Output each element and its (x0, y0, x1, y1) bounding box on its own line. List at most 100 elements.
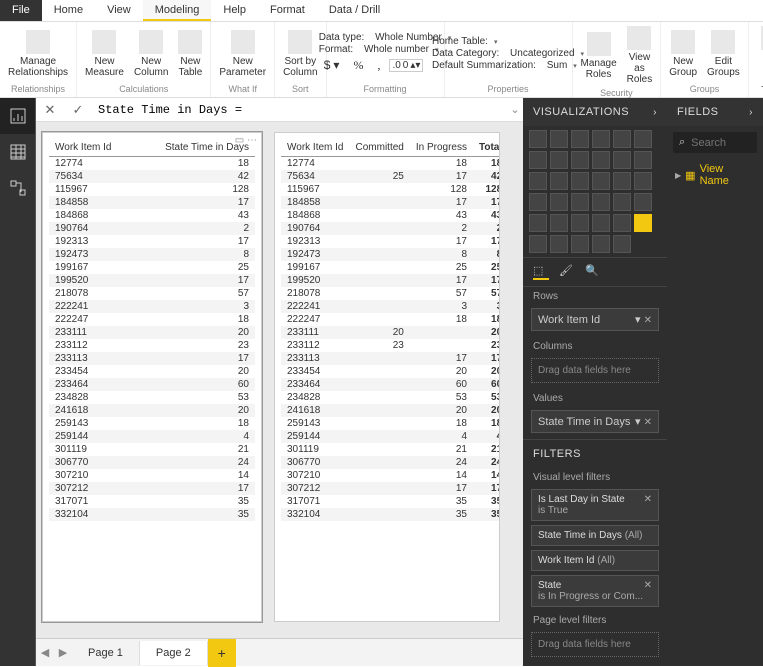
remove-value-button[interactable]: ✕ (644, 417, 652, 428)
default-summarization-dropdown[interactable]: Default Summarization: Sum (432, 60, 584, 71)
table-row[interactable]: 2334646060 (281, 378, 499, 391)
matrix-visual-1[interactable]: ▭ ⋯ Work Item IdState Time in Days127741… (42, 132, 262, 622)
fields-search-input[interactable] (691, 137, 751, 149)
table-row[interactable]: 18485817 (49, 196, 255, 209)
new-parameter-button[interactable]: New Parameter (215, 28, 270, 80)
table-row[interactable]: 18486843 (49, 209, 255, 222)
remove-filter-button[interactable]: ✕ (644, 580, 652, 591)
visualizations-header[interactable]: VISUALIZATIONS› (523, 98, 667, 126)
table-row[interactable]: 23346460 (49, 378, 255, 391)
viz-type-icon[interactable] (529, 214, 547, 232)
table-row[interactable]: 2222413 (49, 300, 255, 313)
viz-type-icon[interactable] (571, 151, 589, 169)
page-tab-page-1[interactable]: Page 1 (72, 641, 140, 665)
table-row[interactable]: 3321043535 (281, 508, 499, 521)
table-row[interactable]: 19916725 (49, 261, 255, 274)
percent-button[interactable]: % (348, 56, 368, 75)
currency-button[interactable]: $ ▾ (319, 56, 345, 75)
table-row[interactable]: 7563442 (49, 170, 255, 183)
viz-type-icon[interactable] (550, 214, 568, 232)
viz-type-icon[interactable] (592, 193, 610, 211)
table-row[interactable]: 19076422 (281, 222, 499, 235)
viz-type-icon[interactable] (613, 214, 631, 232)
table-row[interactable]: 22224133 (281, 300, 499, 313)
table-row[interactable]: 25914318 (49, 417, 255, 430)
viz-type-icon[interactable] (592, 214, 610, 232)
add-page-button[interactable]: + (208, 639, 236, 667)
mark-as-date-table-button[interactable]: Mark as Date Table (753, 24, 763, 98)
viz-type-icon[interactable] (634, 151, 652, 169)
new-table-button[interactable]: New Table (174, 28, 206, 80)
table-row[interactable]: 30677024 (49, 456, 255, 469)
filter-card[interactable]: ✕Stateis In Progress or Com... (531, 575, 659, 607)
table-row[interactable]: 31707135 (49, 495, 255, 508)
table-row[interactable]: 23311120 (49, 326, 255, 339)
viz-type-icon[interactable] (550, 151, 568, 169)
table-row[interactable]: 2348285353 (281, 391, 499, 404)
home-table-dropdown[interactable]: Home Table: (432, 36, 584, 47)
table-row[interactable]: 1991672525 (281, 261, 499, 274)
decimals-spinner[interactable]: .0 0 ▴▾ (389, 59, 423, 72)
table-row[interactable]: 30111921 (49, 443, 255, 456)
table-row[interactable]: 2331131717 (281, 352, 499, 365)
formula-expand-button[interactable]: ⌄ (507, 103, 523, 116)
table-row[interactable]: 2591444 (49, 430, 255, 443)
table-row[interactable]: 2591431818 (281, 417, 499, 430)
tab-modeling[interactable]: Modeling (143, 0, 212, 21)
viz-type-icon[interactable] (634, 172, 652, 190)
field-table-item[interactable]: ▶ ▦ View Name (667, 159, 763, 191)
table-row[interactable]: 30721217 (49, 482, 255, 495)
table-row[interactable]: 2222471818 (281, 313, 499, 326)
table-row[interactable]: 25914444 (281, 430, 499, 443)
table-row[interactable]: 23482853 (49, 391, 255, 404)
view-as-roles-button[interactable]: View as Roles (623, 24, 657, 87)
table-row[interactable]: 115967128 (49, 183, 255, 196)
table-row[interactable]: 19952017 (49, 274, 255, 287)
sort-by-column-button[interactable]: Sort by Column (279, 28, 321, 80)
viz-type-icon[interactable] (529, 193, 547, 211)
table-row[interactable]: 1907642 (49, 222, 255, 235)
filter-card[interactable]: ✕Is Last Day in Stateis True (531, 489, 659, 521)
tab-view[interactable]: View (95, 0, 143, 21)
table-row[interactable]: 3067702424 (281, 456, 499, 469)
comma-button[interactable]: , (372, 56, 385, 75)
viz-type-icon[interactable] (592, 235, 610, 253)
viz-type-icon[interactable] (613, 172, 631, 190)
viz-type-icon[interactable] (592, 172, 610, 190)
viz-type-icon[interactable] (529, 151, 547, 169)
tab-data-drill[interactable]: Data / Drill (317, 0, 392, 21)
page-next-button[interactable]: ▶ (54, 646, 72, 659)
table-row[interactable]: 2180785757 (281, 287, 499, 300)
formula-commit-button[interactable]: ✓ (64, 102, 92, 118)
viz-type-icon[interactable] (613, 151, 631, 169)
table-row[interactable]: 1848581717 (281, 196, 499, 209)
new-column-button[interactable]: New Column (130, 28, 172, 80)
tab-format[interactable]: Format (258, 0, 317, 21)
analytics-tab-icon[interactable]: 🔍 (585, 264, 601, 280)
viz-type-icon[interactable] (550, 130, 568, 148)
viz-type-icon[interactable] (571, 193, 589, 211)
page-filters-drop-well[interactable]: Drag data fields here (531, 632, 659, 657)
report-canvas[interactable]: ▭ ⋯ Work Item IdState Time in Days127741… (36, 122, 523, 638)
viz-type-icon[interactable] (571, 130, 589, 148)
viz-type-icon[interactable] (529, 235, 547, 253)
remove-row-button[interactable]: ✕ (644, 315, 652, 326)
formula-input[interactable] (92, 101, 507, 119)
data-view-button[interactable] (0, 134, 35, 170)
viz-type-icon[interactable] (529, 130, 547, 148)
fields-header[interactable]: FIELDS› (667, 98, 763, 126)
visual-options-icon[interactable]: ▭ ⋯ (235, 135, 257, 146)
viz-type-icon[interactable] (550, 235, 568, 253)
viz-type-icon[interactable] (634, 193, 652, 211)
viz-type-icon[interactable] (571, 172, 589, 190)
table-row[interactable]: 33210435 (49, 508, 255, 521)
report-view-button[interactable] (0, 98, 35, 134)
viz-type-icon[interactable] (571, 235, 589, 253)
table-row[interactable]: 30721014 (49, 469, 255, 482)
table-row[interactable]: 2416182020 (281, 404, 499, 417)
viz-type-icon[interactable] (613, 130, 631, 148)
page-tab-page-2[interactable]: Page 2 (140, 641, 208, 665)
table-row[interactable]: 3072121717 (281, 482, 499, 495)
viz-type-icon[interactable] (613, 193, 631, 211)
viz-type-icon[interactable] (613, 235, 631, 253)
